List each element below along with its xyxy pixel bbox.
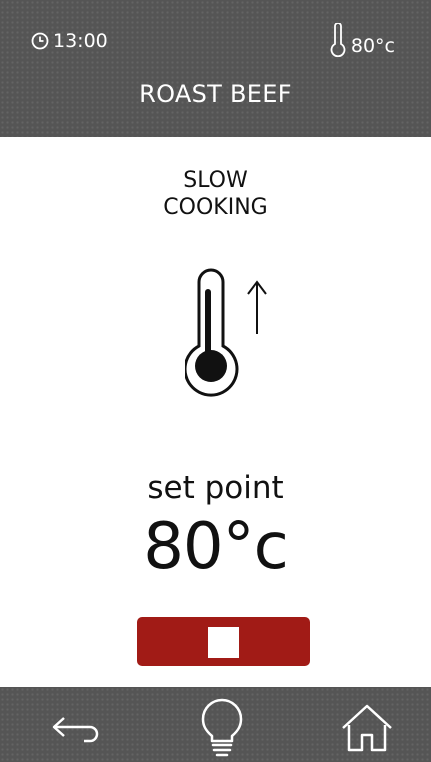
bottom-nav: [0, 687, 431, 762]
clock-icon: [31, 32, 49, 50]
clock: 13:00: [30, 30, 108, 52]
stop-button[interactable]: [137, 617, 310, 666]
lightbulb-icon[interactable]: [198, 697, 246, 759]
oven-temperature-value: 80°c: [350, 35, 395, 57]
setpoint-value[interactable]: 80°c: [0, 510, 431, 584]
thermometer-icon: [330, 23, 346, 57]
oven-temperature: 80°c: [329, 23, 395, 57]
setpoint-label: set point: [147, 470, 284, 506]
thermometer-rising-icon: [185, 268, 267, 397]
cooking-mode-line2: COOKING: [163, 195, 268, 220]
top-bar: 13:00 80°c ROAST BEEF: [0, 0, 431, 137]
cooking-mode: SLOW COOKING: [0, 167, 431, 221]
clock-time: 13:00: [53, 30, 108, 52]
home-icon[interactable]: [340, 701, 394, 755]
cooking-mode-line1: SLOW: [183, 168, 248, 193]
back-arrow-icon[interactable]: [50, 711, 104, 745]
stop-icon: [208, 627, 239, 658]
recipe-title: ROAST BEEF: [139, 80, 292, 108]
